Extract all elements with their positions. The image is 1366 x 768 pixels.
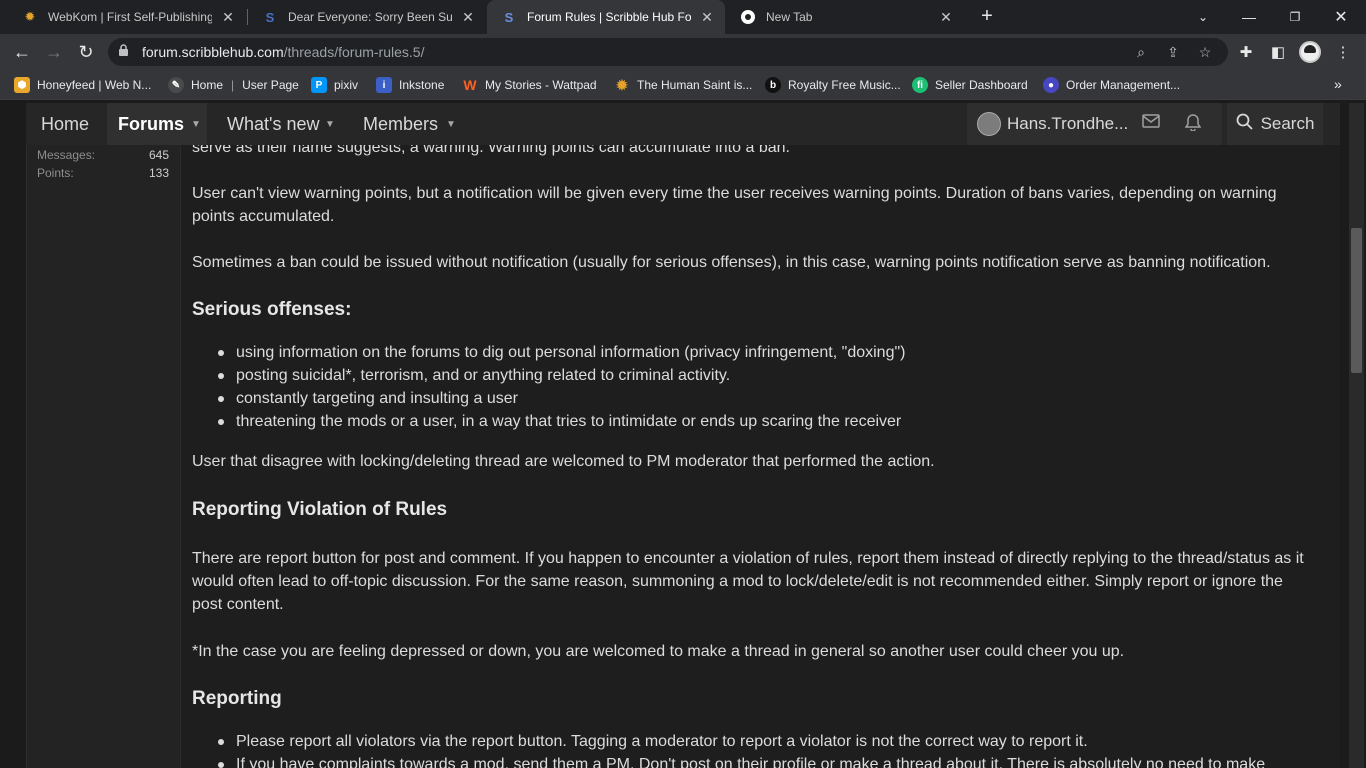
forums-dropdown-icon[interactable]: ▼ [185,103,207,145]
share-icon[interactable]: ⇪ [1164,43,1182,61]
paragraph-disagree: User that disagree with locking/deleting… [192,453,935,470]
post-body: serve as their name suggests, a warning.… [180,145,1340,768]
close-icon[interactable]: ✕ [220,9,236,25]
username: Hans.Trondhe... [1007,114,1129,133]
paragraph-sometimes: Sometimes a ban could be issued without … [192,254,1271,271]
url-host: forum.scribblehub.com [142,44,284,60]
side-panel-icon[interactable]: ◧ [1268,42,1288,62]
lock-icon [118,44,132,60]
poster-sidebar: Messages: 645 Points: 133 [26,145,180,768]
address-bar[interactable]: forum.scribblehub.com /threads/forum-rul… [108,38,1228,66]
search-button[interactable]: Search [1227,103,1323,145]
sun-icon: ✹ [24,9,36,24]
page-scrollbar[interactable] [1349,103,1364,768]
bookmark-human-saint[interactable]: ✹ The Human Saint is... [614,76,752,94]
browser-tabstrip: ✹ WebKom | First Self-Publishing Pl ✕ S … [0,0,1366,34]
scribble-icon: S [504,9,514,25]
paragraph-depressed: *In the case you are feeling depressed o… [192,643,1125,660]
site-navigation: Home Forums ▼ What's new ▼ Members ▼ Han… [26,103,1340,145]
bookmark-star-icon[interactable]: ☆ [1196,43,1214,61]
bookmark-seller-dashboard[interactable]: fi Seller Dashboard [912,76,1028,94]
browser-tab-webkom[interactable]: ✹ WebKom | First Self-Publishing Pl ✕ [8,0,246,34]
paragraph-report-button: There are report button for post and com… [192,550,1304,613]
list-item: threatening the mods or a user, in a way… [218,410,1316,433]
list-item: If you have complaints towards a mod, se… [218,753,1316,768]
url-path: /threads/forum-rules.5/ [283,44,425,60]
search-icon [1236,113,1253,135]
tab-search-icon[interactable]: ⌄ [1180,0,1226,34]
profile-avatar[interactable] [1299,41,1321,63]
minimize-button[interactable]: — [1226,0,1272,34]
new-tab-button[interactable]: + [976,5,998,27]
heading-reporting-violation: Reporting Violation of Rules [192,499,448,520]
heading-serious-offenses: Serious offenses: [192,299,352,320]
bookmark-inkstone[interactable]: i Inkstone [376,76,444,94]
messages-stat: Messages: 645 [37,148,169,162]
serious-offenses-list: using information on the forums to dig o… [218,341,1316,433]
music-icon: b [765,77,781,93]
home-icon: ✎ [168,77,184,93]
points-stat: Points: 133 [37,166,169,180]
nav-forums[interactable]: Forums [107,103,196,145]
restore-button[interactable]: ❐ [1272,0,1318,34]
list-item: posting suicidal*, terrorism, and or any… [218,364,1316,387]
inbox-icon[interactable] [1142,114,1164,133]
browser-tab-forum-rules[interactable]: S Forum Rules | Scribble Hub Forum ✕ [487,0,725,34]
bookmarks-bar: ⬢ Honeyfeed | Web N... ✎ Home | User Pag… [0,70,1366,100]
bell-icon[interactable] [1184,113,1207,136]
close-window-button[interactable]: ✕ [1318,0,1364,34]
reporting-list: Please report all violators via the repo… [218,730,1316,768]
order-icon: ● [1043,77,1059,93]
heading-reporting: Reporting [192,688,282,709]
whats-new-dropdown-icon[interactable]: ▼ [319,103,341,145]
inkstone-icon: i [376,77,392,93]
bookmark-home[interactable]: ✎ Home | User Page [168,76,299,94]
paragraph-warning-tail: serve as their name suggests, a warning.… [192,145,790,156]
browser-tab-dear-everyone[interactable]: S Dear Everyone: Sorry Been Such A ✕ [248,0,486,34]
forward-button[interactable]: → [40,38,68,66]
more-bookmarks-icon[interactable]: » [1334,76,1342,92]
browser-tab-new-tab[interactable]: New Tab ✕ [726,0,964,34]
menu-icon[interactable]: ⋮ [1333,42,1353,62]
close-icon[interactable]: ✕ [699,9,715,25]
chrome-icon [740,9,756,25]
nav-members[interactable]: Members [363,103,438,145]
back-button[interactable]: ← [8,38,36,66]
bookmark-royalty-free-music[interactable]: b Royalty Free Music... [765,76,901,94]
wattpad-icon: W [463,77,477,93]
extensions-icon[interactable]: ✚ [1236,42,1256,62]
bookmark-order-management[interactable]: ● Order Management... [1043,76,1180,94]
list-item: using information on the forums to dig o… [218,341,1316,364]
browser-toolbar: ← → ↻ forum.scribblehub.com /threads/for… [0,34,1366,70]
nav-whats-new[interactable]: What's new [227,103,319,145]
bookmark-honeyfeed[interactable]: ⬢ Honeyfeed | Web N... [14,76,151,94]
scrollbar-thumb[interactable] [1351,228,1362,373]
list-item: Please report all violators via the repo… [218,730,1316,753]
reload-button[interactable]: ↻ [72,38,100,66]
paragraph-user-cant-view: User can't view warning points, but a no… [192,185,1277,225]
close-icon[interactable]: ✕ [460,9,476,25]
zoom-icon[interactable]: ⌕ [1132,43,1150,61]
bookmark-user-page[interactable]: User Page [242,78,299,92]
search-label: Search [1260,114,1315,133]
user-account-box[interactable]: Hans.Trondhe... [967,103,1222,145]
list-item: constantly targeting and insulting a use… [218,387,1316,410]
avatar [977,112,1001,136]
bookmark-wattpad[interactable]: W My Stories - Wattpad [462,76,596,94]
members-dropdown-icon[interactable]: ▼ [440,103,462,145]
sun-icon: ✹ [616,76,628,93]
fiverr-icon: fi [912,77,928,93]
close-icon[interactable]: ✕ [938,9,954,25]
bookmark-pixiv[interactable]: P pixiv [311,76,358,94]
bookmark-divider: | [231,78,235,92]
pixiv-icon: P [311,77,327,93]
nav-home[interactable]: Home [41,103,89,145]
honeyfeed-icon: ⬢ [14,77,30,93]
scribble-icon: S [265,9,275,25]
